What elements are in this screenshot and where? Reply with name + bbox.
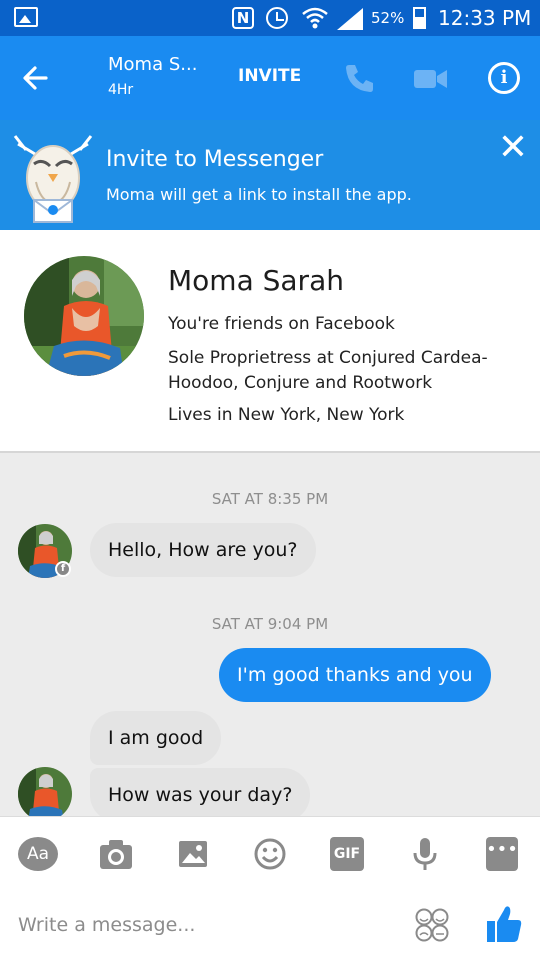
profile-name: Moma Sarah <box>168 264 344 297</box>
profile-friendship: You're friends on Facebook <box>168 314 395 334</box>
contact-name[interactable]: Moma S... <box>108 54 197 75</box>
status-time: 12:33 PM <box>438 6 532 30</box>
contact-active-status: 4Hr <box>108 82 134 98</box>
banner-title: Invite to Messenger <box>106 147 324 172</box>
wifi-icon <box>302 7 328 29</box>
phone-call-icon[interactable] <box>343 61 377 95</box>
banner-subtitle: Moma will get a link to install the app. <box>106 185 412 204</box>
text-format-button[interactable]: Aa <box>18 837 58 871</box>
profile-photo[interactable] <box>24 256 144 376</box>
video-call-icon[interactable] <box>414 68 448 90</box>
message-input[interactable] <box>18 909 398 941</box>
invite-button[interactable]: INVITE <box>238 66 301 86</box>
conversation-header: Moma S... 4Hr INVITE i <box>0 36 540 120</box>
nfc-icon: N <box>232 7 254 29</box>
battery-percent: 52% <box>371 9 405 27</box>
gallery-icon <box>14 7 38 27</box>
owl-mascot-icon <box>13 135 93 223</box>
message-composer: Aa GIF ••• <box>0 816 540 960</box>
message-timestamp: SAT AT 9:04 PM <box>211 615 329 633</box>
back-arrow-icon[interactable] <box>18 60 54 96</box>
microphone-icon[interactable] <box>412 837 438 871</box>
image-gallery-icon[interactable] <box>178 837 208 871</box>
contact-profile-card: Moma Sarah You're friends on Facebook So… <box>0 230 540 453</box>
camera-icon[interactable] <box>99 837 133 871</box>
sticker-icon[interactable] <box>414 907 450 943</box>
message-bubble-incoming[interactable]: Hello, How are you? <box>90 523 316 577</box>
facebook-badge-icon: f <box>55 561 71 577</box>
alarm-icon <box>266 7 288 29</box>
message-bubble-outgoing[interactable]: I'm good thanks and you <box>219 648 491 702</box>
message-bubble-incoming[interactable]: I am good <box>90 711 222 765</box>
message-bubble-incoming[interactable]: How was your day? <box>90 768 311 822</box>
status-bar: N 52% 12:33 PM <box>0 0 540 36</box>
close-icon[interactable]: ✕ <box>496 130 530 166</box>
emoji-icon[interactable] <box>254 837 286 871</box>
back-arrow-glyph <box>23 66 48 90</box>
invite-banner[interactable]: Invite to Messenger Moma will get a link… <box>0 120 540 230</box>
thumbs-up-icon[interactable] <box>486 904 522 944</box>
profile-location: Lives in New York, New York <box>168 405 405 425</box>
gif-button[interactable]: GIF <box>330 837 364 871</box>
info-icon[interactable]: i <box>488 62 520 94</box>
more-options-button[interactable]: ••• <box>486 837 518 871</box>
profile-work: Sole Proprietress at Conjured Cardea-Hoo… <box>168 348 488 393</box>
signal-icon <box>337 8 363 30</box>
avatar[interactable] <box>18 767 72 821</box>
battery-icon <box>413 7 426 29</box>
avatar-photo <box>18 767 72 821</box>
message-timestamp: SAT AT 8:35 PM <box>211 490 329 508</box>
